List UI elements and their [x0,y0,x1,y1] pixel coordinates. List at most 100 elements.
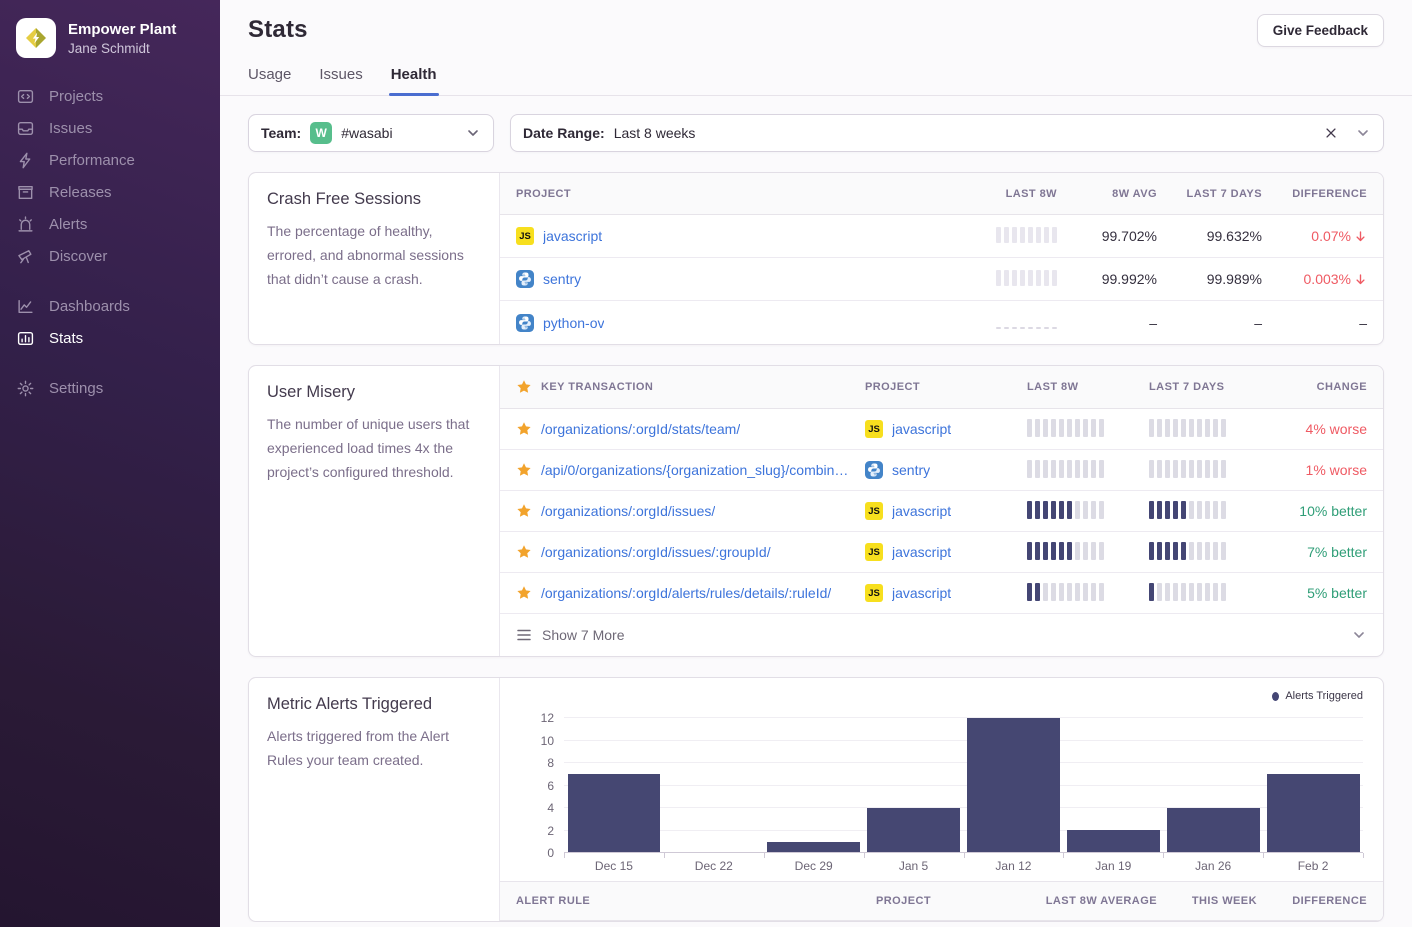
sidebar-item-label: Projects [49,88,103,105]
column-header: Project [516,188,942,200]
table-row: /organizations/:orgId/issues/JS javascrip… [500,491,1383,532]
x-axis-tick-label: Dec 15 [564,859,664,873]
column-header: Project [865,381,1015,393]
project-link[interactable]: javascript [543,228,602,244]
table-row: sentry99.992%99.989%0.003% [500,258,1383,301]
y-axis-tick-label: 4 [518,801,554,815]
chart-bar[interactable] [1067,830,1160,853]
sidebar-item-performance[interactable]: Performance [0,144,220,176]
x-axis-tick-label: Feb 2 [1263,859,1363,873]
star-icon[interactable] [516,585,532,601]
transaction-link[interactable]: /organizations/:orgId/issues/:groupId/ [541,544,771,560]
star-icon[interactable] [516,462,532,478]
chevron-down-icon[interactable] [1355,125,1371,141]
alerts-icon [16,215,34,233]
transaction-link[interactable]: /organizations/:orgId/stats/team/ [541,421,740,437]
star-icon[interactable] [516,421,532,437]
javascript-platform-icon: JS [865,584,883,602]
chart-bar[interactable] [867,808,960,853]
show-more-button[interactable]: Show 7 More [500,614,1383,656]
score-bar [1149,419,1226,437]
issues-icon [16,119,34,137]
metric-alerts-chart-area: Alerts Triggered 024681012 Dec 15Dec 22D… [500,678,1383,921]
org-name: Empower Plant [68,21,176,38]
chart-bar[interactable] [967,718,1060,853]
panel-title: User Misery [267,383,481,402]
chart-x-axis-labels: Dec 15Dec 22Dec 29Jan 5Jan 12Jan 19Jan 2… [564,859,1363,873]
sidebar-item-settings[interactable]: Settings [0,372,220,404]
chart-bar[interactable] [568,774,661,853]
8w-avg-value: – [1057,315,1157,331]
javascript-platform-icon: JS [865,502,883,520]
star-icon[interactable] [516,503,532,519]
date-range-label: Date Range: [523,125,605,141]
crash-free-table: Project Last 8w 8w Avg Last 7 Days Diffe… [500,173,1383,344]
transaction-link[interactable]: /api/0/organizations/{organization_slug}… [541,462,853,478]
transaction-link[interactable]: /organizations/:orgId/alerts/rules/detai… [541,585,831,601]
panel-description: Alerts triggered from the Alert Rules yo… [267,724,481,772]
org-switcher[interactable]: Empower Plant Jane Schmidt [0,14,220,80]
column-header: 8w Avg [1057,188,1157,200]
sparkline [996,270,1057,286]
transaction-link[interactable]: /organizations/:orgId/issues/ [541,503,715,519]
tab-bar: Usage Issues Health [248,66,1384,95]
sidebar-item-alerts[interactable]: Alerts [0,208,220,240]
user-misery-panel: User Misery The number of unique users t… [248,365,1384,657]
tab-usage[interactable]: Usage [248,66,291,95]
last-7-days-value: 99.989% [1157,271,1262,287]
user-misery-description: User Misery The number of unique users t… [249,366,500,656]
column-header: Last 8w Average [997,895,1157,907]
table-row: /organizations/:orgId/stats/team/JSjavas… [500,409,1383,450]
team-value: #wasabi [341,125,392,141]
column-header: Project [876,895,997,907]
date-range-select[interactable]: Date Range: Last 8 weeks [510,114,1384,152]
column-header: Difference [1262,188,1367,200]
give-feedback-button[interactable]: Give Feedback [1257,14,1384,47]
chart-bar[interactable] [1267,774,1360,853]
project-link[interactable]: python-ov [543,315,604,331]
legend-item-alerts-triggered[interactable]: Alerts Triggered [516,688,1363,704]
project-link[interactable]: javascript [892,421,951,437]
star-icon[interactable] [516,544,532,560]
sidebar-item-issues[interactable]: Issues [0,112,220,144]
score-bar [1149,460,1226,478]
x-axis-tick-label: Dec 22 [664,859,764,873]
chevron-down-icon[interactable] [465,125,481,141]
team-avatar: W [310,122,332,144]
tab-health[interactable]: Health [391,66,437,95]
chart-bar[interactable] [1167,808,1260,853]
javascript-platform-icon: JS [516,227,534,245]
python-platform-icon [516,314,534,332]
change-value: 10% better [1271,503,1367,519]
performance-icon [16,151,34,169]
tab-issues[interactable]: Issues [319,66,362,95]
score-bar [1149,583,1226,601]
column-header: Last 7 Days [1149,381,1259,393]
sidebar-item-discover[interactable]: Discover [0,240,220,272]
project-link[interactable]: sentry [892,462,930,478]
score-bar [1027,460,1104,478]
column-header: Alert Rule [516,895,876,907]
clear-icon[interactable] [1324,126,1338,140]
sidebar-item-stats[interactable]: Stats [0,322,220,354]
crash-free-description: Crash Free Sessions The percentage of he… [249,173,500,344]
sidebar-item-dashboards[interactable]: Dashboards [0,290,220,322]
y-axis-tick-label: 10 [518,734,554,748]
table-row: JSjavascript99.702%99.632%0.07% [500,215,1383,258]
project-link[interactable]: sentry [543,271,581,287]
project-link[interactable]: javascript [892,544,951,560]
chevron-down-icon[interactable] [1351,627,1367,643]
change-value: 5% better [1271,585,1367,601]
legend-dot-icon [1272,692,1279,701]
sidebar-item-label: Issues [49,120,92,137]
sidebar-item-releases[interactable]: Releases [0,176,220,208]
sidebar: Empower Plant Jane Schmidt Projects Issue… [0,0,220,927]
project-link[interactable]: javascript [892,585,951,601]
date-range-value: Last 8 weeks [614,125,696,141]
project-link[interactable]: javascript [892,503,951,519]
8w-avg-value: 99.992% [1057,271,1157,287]
team-select[interactable]: Team: W #wasabi [248,114,494,152]
sidebar-item-projects[interactable]: Projects [0,80,220,112]
crash-free-sessions-panel: Crash Free Sessions The percentage of he… [248,172,1384,345]
team-label: Team: [261,125,301,141]
